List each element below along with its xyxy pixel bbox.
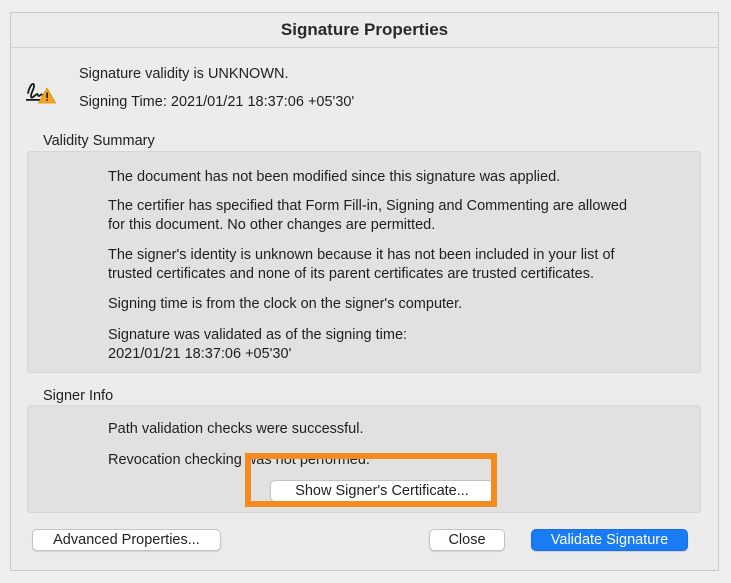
signer-info-line: Path validation checks were successful. [108,421,364,437]
validity-paragraph: The certifier has specified that Form Fi… [108,197,693,235]
validity-summary-label: Validity Summary [43,133,155,149]
validity-line: 2021/01/21 18:37:06 +05'30' [108,346,292,362]
close-button[interactable]: Close [429,529,505,551]
signer-info-label: Signer Info [43,388,114,404]
signature-validity-text: Signature validity is UNKNOWN. [79,66,289,82]
advanced-properties-button[interactable]: Advanced Properties... [32,529,221,551]
dialog-title: Signature Properties [11,13,718,48]
validity-line: for this document. No other changes are … [108,217,436,233]
validate-signature-button[interactable]: Validate Signature [531,529,688,551]
validity-paragraph: The signer's identity is unknown because… [108,246,693,284]
screenshot-frame: Signature Properties Signature validity … [0,0,731,583]
validity-line: trusted certificates and none of its par… [108,266,594,282]
signing-time-text: Signing Time: 2021/01/21 18:37:06 +05'30… [79,94,355,110]
validity-paragraph: Signing time is from the clock on the si… [108,295,693,314]
validity-line: The document has not been modified since… [108,169,561,185]
validity-line: The signer's identity is unknown because… [108,247,615,263]
validity-paragraph: The document has not been modified since… [108,168,693,187]
validity-line: Signature was validated as of the signin… [108,327,408,343]
validity-line: The certifier has specified that Form Fi… [108,198,628,214]
validity-paragraph: Signature was validated as of the signin… [108,326,693,364]
validity-summary-panel: The document has not been modified since… [27,151,701,373]
signature-warning-icon [25,79,57,105]
callout-highlight-box [245,453,497,507]
validity-line: Signing time is from the clock on the si… [108,296,463,312]
